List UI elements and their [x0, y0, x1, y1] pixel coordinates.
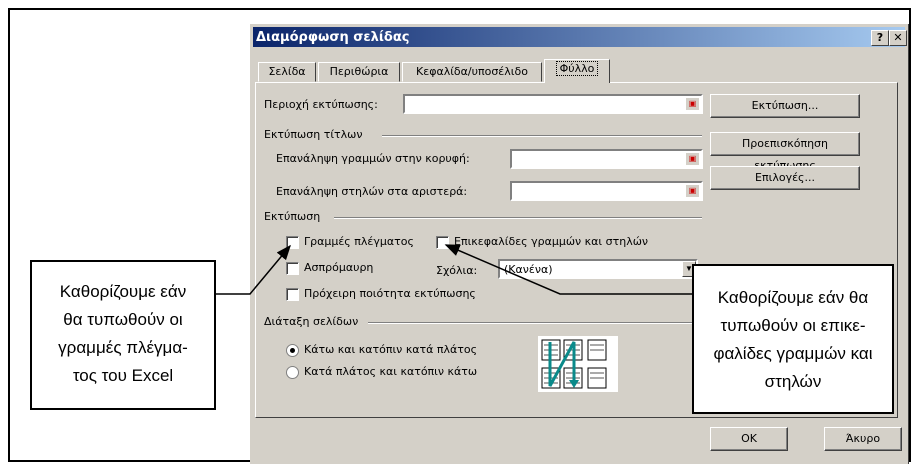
- gridlines-arrow: [216, 244, 291, 295]
- headings-callout: Καθορίζουμε εάν θα τυπωθούν οι επικε- φα…: [692, 264, 894, 414]
- gridlines-callout: Καθορίζουμε εάν θα τυπωθούν οι γραμμές π…: [30, 260, 216, 410]
- tab-sheet[interactable]: Φύλλο: [544, 59, 610, 83]
- headings-arrow: [444, 244, 692, 295]
